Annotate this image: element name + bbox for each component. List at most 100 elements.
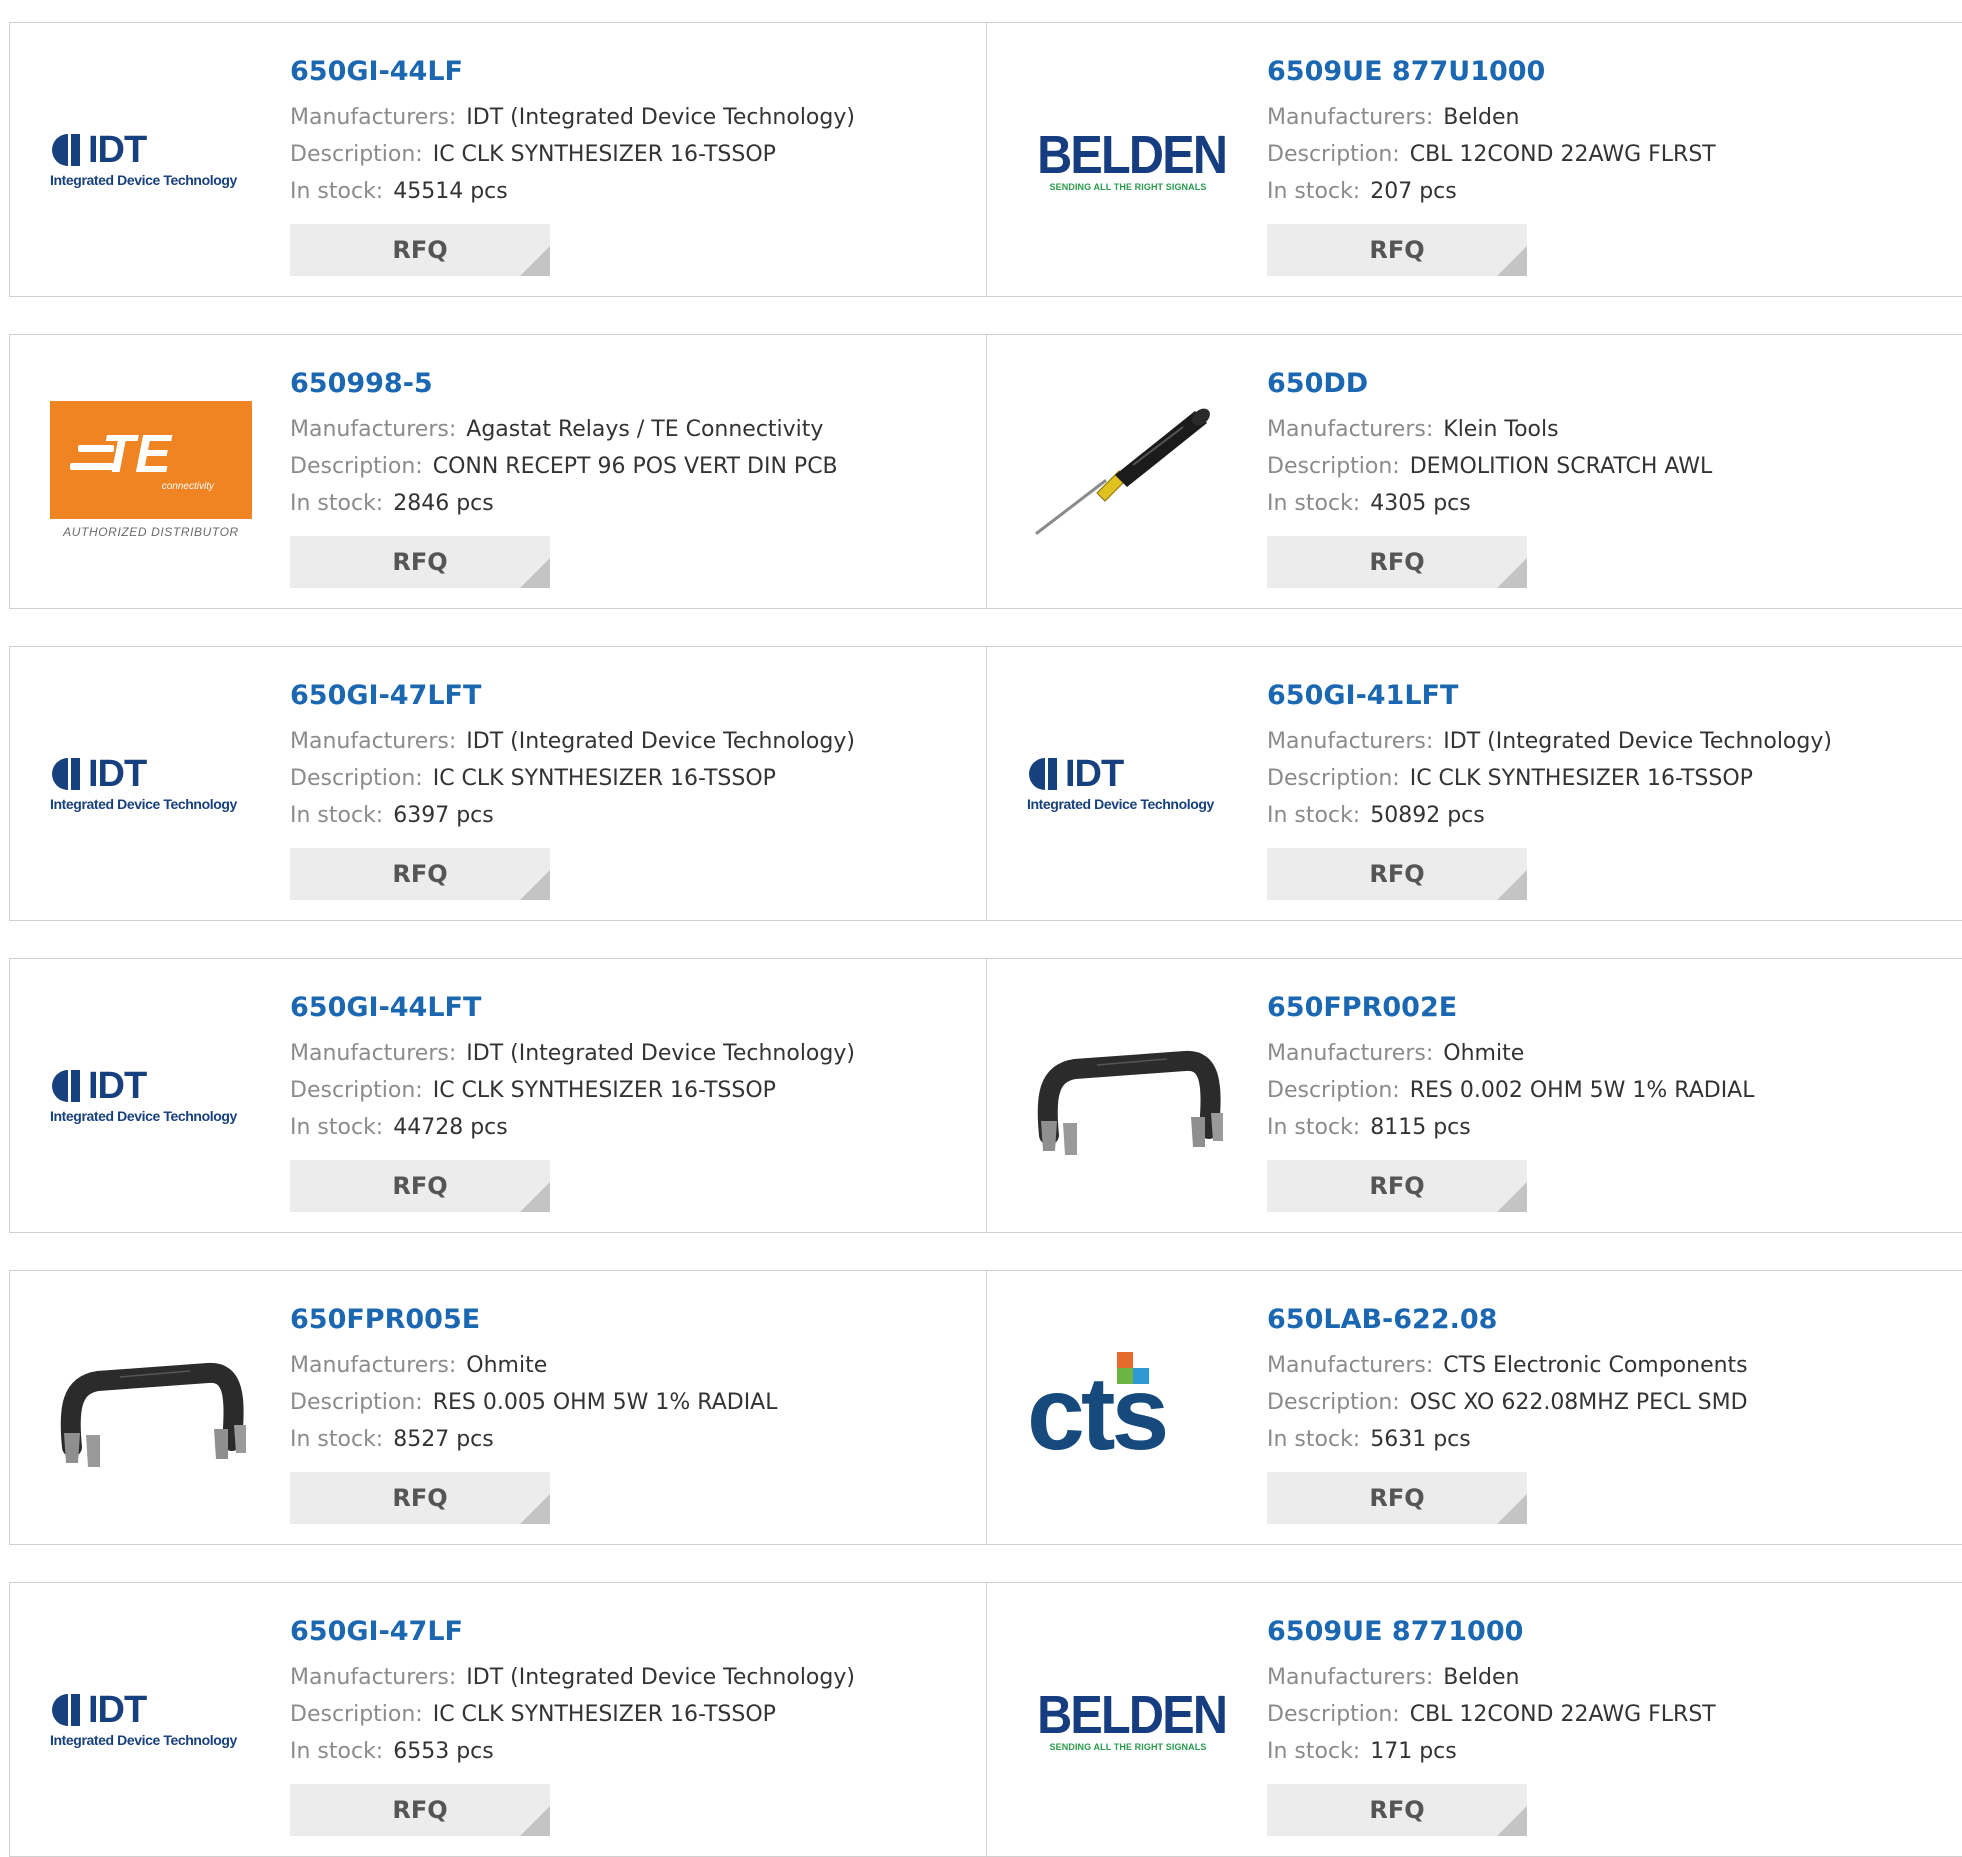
manufacturers-label: Manufacturers: bbox=[290, 1041, 457, 1066]
idt-logo: IDT Integrated Device Technology bbox=[50, 1066, 252, 1126]
part-number-link[interactable]: 650LAB-622.08 bbox=[1267, 1303, 1748, 1337]
manufacturer-value: Agastat Relays / TE Connectivity bbox=[466, 417, 824, 442]
manufacturer-value: CTS Electronic Components bbox=[1443, 1353, 1748, 1378]
part-number-link[interactable]: 6509UE 8771000 bbox=[1267, 1615, 1716, 1649]
rfq-button[interactable]: RFQ bbox=[1267, 848, 1527, 900]
part-number-link[interactable]: 650FPR002E bbox=[1267, 991, 1755, 1025]
part-number-link[interactable]: 650FPR005E bbox=[290, 1303, 778, 1337]
manufacturer-logo[interactable]: cts bbox=[1027, 1337, 1229, 1479]
manufacturer-line: Manufacturers: Klein Tools bbox=[1267, 411, 1712, 448]
manufacturer-logo[interactable]: BELDEN SENDING ALL THE RIGHT SIGNALS bbox=[1027, 1649, 1229, 1791]
description-line: Description: IC CLK SYNTHESIZER 16-TSSOP bbox=[290, 136, 855, 173]
manufacturer-logo[interactable]: TE connectivity AUTHORIZED DISTRIBUTOR bbox=[50, 401, 252, 543]
idt-mark-icon bbox=[52, 758, 80, 790]
manufacturer-value: IDT (Integrated Device Technology) bbox=[1443, 729, 1832, 754]
in-stock-value: 6397 pcs bbox=[393, 803, 494, 828]
in-stock-label: In stock: bbox=[290, 491, 384, 516]
idt-mark-icon bbox=[52, 134, 80, 166]
manufacturers-label: Manufacturers: bbox=[1267, 105, 1434, 130]
manufacturer-line: Manufacturers: IDT (Integrated Device Tec… bbox=[290, 1659, 855, 1696]
rfq-button[interactable]: RFQ bbox=[1267, 224, 1527, 276]
description-line: Description: CBL 12COND 22AWG FLRST bbox=[1267, 136, 1716, 173]
belden-logo: BELDEN SENDING ALL THE RIGHT SIGNALS bbox=[1027, 1685, 1229, 1752]
rfq-button[interactable]: RFQ bbox=[1267, 536, 1527, 588]
idt-logo-tagline: Integrated Device Technology bbox=[1027, 796, 1214, 812]
part-number-link[interactable]: 650DD bbox=[1267, 367, 1712, 401]
rfq-button[interactable]: RFQ bbox=[290, 848, 550, 900]
rfq-corner-icon bbox=[1497, 1806, 1527, 1836]
stock-line: In stock: 45514 pcs bbox=[290, 173, 855, 210]
idt-logo-tagline: Integrated Device Technology bbox=[50, 796, 237, 812]
description-line: Description: IC CLK SYNTHESIZER 16-TSSOP bbox=[1267, 760, 1832, 797]
stock-line: In stock: 2846 pcs bbox=[290, 485, 838, 522]
description-label: Description: bbox=[290, 1078, 423, 1103]
idt-logo-tagline: Integrated Device Technology bbox=[50, 172, 237, 188]
product-info: 6509UE 8771000 Manufacturers: Belden Descri… bbox=[1267, 1615, 1716, 1836]
manufacturer-value: IDT (Integrated Device Technology) bbox=[466, 1041, 855, 1066]
description-value: IC CLK SYNTHESIZER 16-TSSOP bbox=[432, 142, 776, 167]
stock-line: In stock: 6553 pcs bbox=[290, 1733, 855, 1770]
part-number-link[interactable]: 650GI-47LFT bbox=[290, 679, 855, 713]
part-number-link[interactable]: 650GI-47LF bbox=[290, 1615, 855, 1649]
product-card: IDT Integrated Device Technology 650GI-4… bbox=[9, 646, 987, 921]
rfq-button[interactable]: RFQ bbox=[290, 1784, 550, 1836]
manufacturer-logo[interactable] bbox=[50, 1337, 252, 1479]
rfq-button[interactable]: RFQ bbox=[290, 224, 550, 276]
part-number-link[interactable]: 650GI-44LF bbox=[290, 55, 855, 89]
part-number-link[interactable]: 6509UE 877U1000 bbox=[1267, 55, 1716, 89]
manufacturer-logo[interactable]: IDT Integrated Device Technology bbox=[50, 1025, 252, 1167]
manufacturers-label: Manufacturers: bbox=[290, 729, 457, 754]
product-info: 6509UE 877U1000 Manufacturers: Belden Descr… bbox=[1267, 55, 1716, 276]
manufacturer-line: Manufacturers: Ohmite bbox=[290, 1347, 778, 1384]
rfq-corner-icon bbox=[520, 246, 550, 276]
idt-logo: IDT Integrated Device Technology bbox=[50, 754, 252, 814]
manufacturer-logo[interactable]: IDT Integrated Device Technology bbox=[50, 89, 252, 231]
part-number-link[interactable]: 650998-5 bbox=[290, 367, 838, 401]
manufacturer-logo[interactable]: BELDEN SENDING ALL THE RIGHT SIGNALS bbox=[1027, 89, 1229, 231]
belden-logo: BELDEN SENDING ALL THE RIGHT SIGNALS bbox=[1027, 128, 1229, 192]
product-card: 650DD Manufacturers: Klein Tools Descriptio… bbox=[986, 334, 1962, 609]
rfq-button[interactable]: RFQ bbox=[1267, 1472, 1527, 1524]
description-line: Description: CBL 12COND 22AWG FLRST bbox=[1267, 1696, 1716, 1733]
manufacturer-logo[interactable]: IDT Integrated Device Technology bbox=[50, 713, 252, 855]
manufacturer-logo[interactable] bbox=[1027, 401, 1229, 543]
in-stock-label: In stock: bbox=[1267, 1427, 1361, 1452]
manufacturer-logo[interactable]: IDT Integrated Device Technology bbox=[1027, 713, 1229, 855]
product-card: IDT Integrated Device Technology 650GI-4… bbox=[9, 958, 987, 1233]
product-card: 650FPR002E Manufacturers: Ohmite Descriptio… bbox=[986, 958, 1962, 1233]
rfq-button[interactable]: RFQ bbox=[290, 536, 550, 588]
idt-logo-word: IDT bbox=[88, 1065, 147, 1107]
manufacturer-line: Manufacturers: Belden bbox=[1267, 1659, 1716, 1696]
description-line: Description: IC CLK SYNTHESIZER 16-TSSOP bbox=[290, 760, 855, 797]
in-stock-label: In stock: bbox=[290, 1427, 384, 1452]
rfq-button-label: RFQ bbox=[1369, 1484, 1425, 1512]
product-card: IDT Integrated Device Technology 650GI-4… bbox=[9, 1582, 987, 1857]
manufacturer-logo[interactable]: IDT Integrated Device Technology bbox=[50, 1649, 252, 1791]
in-stock-label: In stock: bbox=[290, 179, 384, 204]
stock-line: In stock: 44728 pcs bbox=[290, 1109, 855, 1146]
manufacturers-label: Manufacturers: bbox=[290, 417, 457, 442]
part-number-link[interactable]: 650GI-44LFT bbox=[290, 991, 855, 1025]
rfq-button[interactable]: RFQ bbox=[290, 1160, 550, 1212]
manufacturer-logo[interactable] bbox=[1027, 1025, 1229, 1167]
rfq-button[interactable]: RFQ bbox=[290, 1472, 550, 1524]
product-card: IDT Integrated Device Technology 650GI-4… bbox=[986, 646, 1962, 921]
product-info: 650GI-44LF Manufacturers: IDT (Integrated … bbox=[290, 55, 855, 276]
idt-logo-word: IDT bbox=[88, 129, 147, 171]
belden-logo-word: BELDEN bbox=[1037, 1685, 1228, 1745]
stock-line: In stock: 8115 pcs bbox=[1267, 1109, 1755, 1146]
product-row: IDT Integrated Device Technology 650GI-4… bbox=[9, 646, 1962, 921]
part-number-link[interactable]: 650GI-41LFT bbox=[1267, 679, 1832, 713]
description-line: Description: OSC XO 622.08MHZ PECL SMD bbox=[1267, 1384, 1748, 1421]
idt-logo-word: IDT bbox=[88, 1689, 147, 1731]
rfq-button-label: RFQ bbox=[392, 860, 448, 888]
rfq-button[interactable]: RFQ bbox=[1267, 1784, 1527, 1836]
description-line: Description: RES 0.002 OHM 5W 1% RADIAL bbox=[1267, 1072, 1755, 1109]
rfq-button[interactable]: RFQ bbox=[1267, 1160, 1527, 1212]
manufacturers-label: Manufacturers: bbox=[290, 105, 457, 130]
rfq-corner-icon bbox=[520, 870, 550, 900]
te-logo-sub: connectivity bbox=[161, 481, 214, 492]
manufacturer-line: Manufacturers: Belden bbox=[1267, 99, 1716, 136]
description-value: OSC XO 622.08MHZ PECL SMD bbox=[1409, 1390, 1748, 1415]
product-row: TE connectivity AUTHORIZED DISTRIBUTOR 6… bbox=[9, 334, 1962, 609]
